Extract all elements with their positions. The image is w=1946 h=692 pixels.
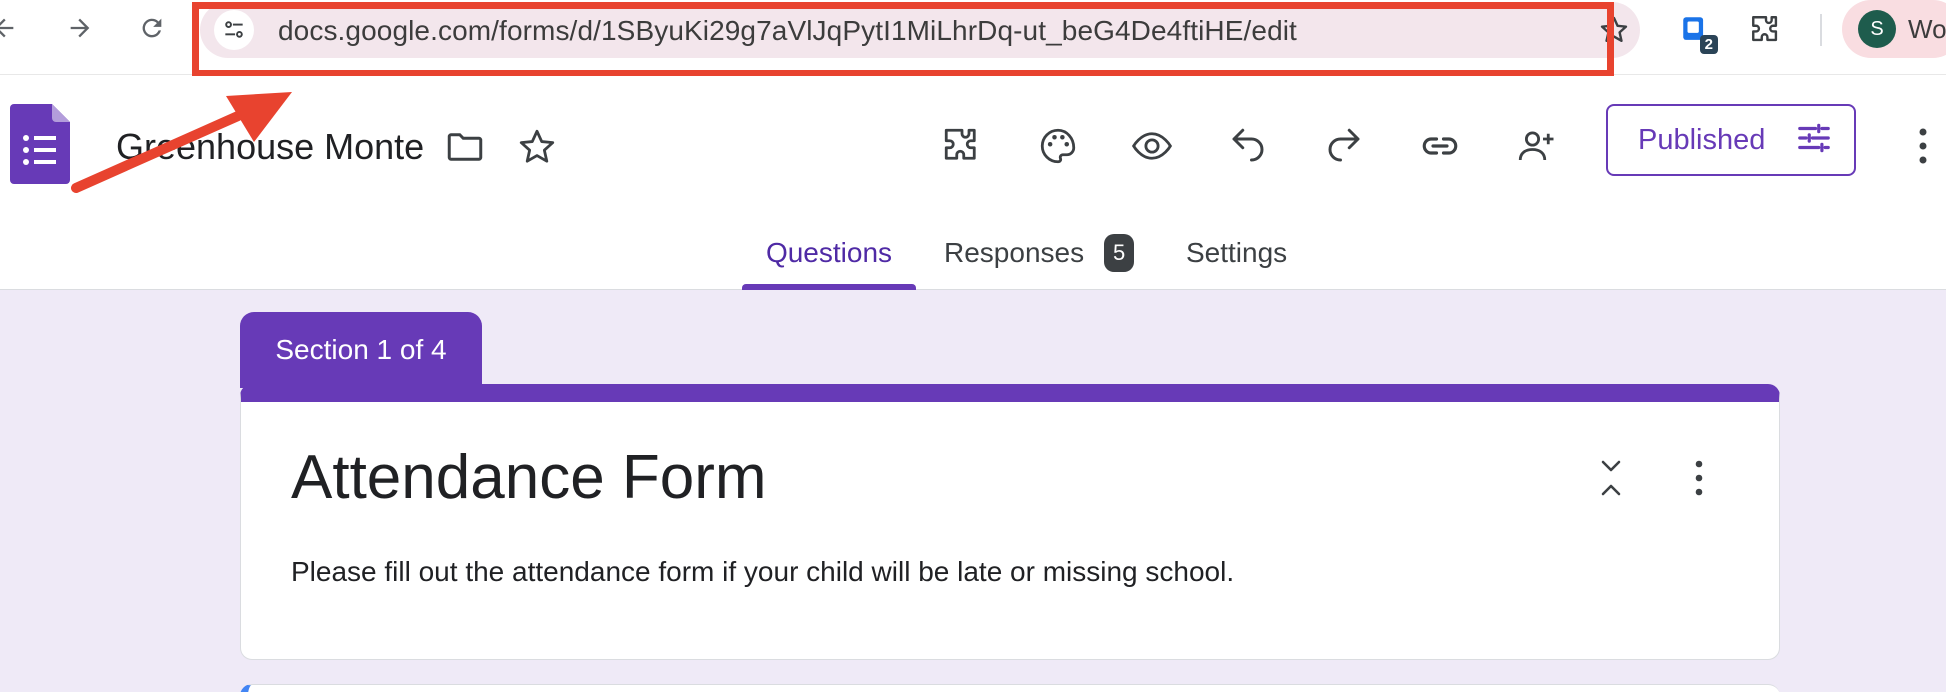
next-question-card[interactable]: [240, 684, 1780, 692]
tab-questions-label: Questions: [765, 237, 893, 268]
published-label: Published: [1638, 123, 1766, 156]
redo-icon[interactable]: [1314, 116, 1374, 176]
form-title[interactable]: Attendance Form: [291, 442, 767, 513]
responses-count-badge: 5: [1104, 234, 1135, 272]
form-header-card[interactable]: Attendance Form Please fill out the atte…: [240, 384, 1780, 660]
address-bar[interactable]: docs.google.com/forms/d/1SByuKi29g7aVlJq…: [200, 2, 1640, 58]
link-icon[interactable]: [1410, 116, 1470, 176]
back-arrow-icon[interactable]: [0, 6, 26, 50]
published-button[interactable]: Published: [1606, 104, 1856, 176]
form-editor-canvas: Section 1 of 4 Attendance Form Please fi…: [0, 290, 1946, 692]
collapse-section-icon[interactable]: [1589, 456, 1633, 500]
form-description[interactable]: Please fill out the attendance form if y…: [291, 556, 1234, 588]
forms-header: Greenhouse Monte Published Questions Res…: [0, 76, 1946, 290]
browser-toolbar: docs.google.com/forms/d/1SByuKi29g7aVlJq…: [0, 0, 1946, 77]
star-icon[interactable]: [516, 126, 560, 170]
tab-responses-label: Responses: [944, 237, 1085, 268]
undo-icon[interactable]: [1218, 116, 1278, 176]
forms-logo-icon[interactable]: [10, 104, 70, 184]
profile-name: Wo: [1908, 14, 1946, 44]
tab-settings[interactable]: Settings: [1166, 216, 1307, 290]
tab-responses[interactable]: Responses 5: [924, 216, 1154, 290]
tab-questions[interactable]: Questions: [742, 216, 916, 290]
add-collaborator-icon[interactable]: [1506, 116, 1566, 176]
tab-settings-label: Settings: [1186, 237, 1288, 268]
preview-eye-icon[interactable]: [1122, 116, 1182, 176]
more-vert-icon[interactable]: [1900, 116, 1946, 176]
extension-badge: 2: [1699, 35, 1718, 54]
section-indicator: Section 1 of 4: [240, 312, 482, 388]
extension-icon[interactable]: 2: [1674, 8, 1718, 54]
form-tabs: Questions Responses 5 Settings: [0, 216, 1946, 290]
puzzle-icon[interactable]: [1744, 8, 1788, 52]
toolbar-divider: [1820, 14, 1822, 46]
bookmark-star-icon[interactable]: [1598, 14, 1630, 46]
profile-chip[interactable]: S Wo: [1842, 0, 1946, 58]
palette-icon[interactable]: [1028, 116, 1088, 176]
tune-icon: [1795, 119, 1833, 162]
addons-icon[interactable]: [932, 116, 992, 176]
page-title[interactable]: Greenhouse Monte: [116, 126, 424, 168]
folder-icon[interactable]: [444, 126, 488, 170]
reload-icon[interactable]: [130, 6, 174, 50]
url-text[interactable]: docs.google.com/forms/d/1SByuKi29g7aVlJq…: [278, 15, 1297, 47]
forward-arrow-icon[interactable]: [58, 6, 102, 50]
avatar: S: [1858, 10, 1896, 48]
site-settings-icon[interactable]: [214, 10, 254, 50]
section-more-vert-icon[interactable]: [1677, 456, 1721, 500]
